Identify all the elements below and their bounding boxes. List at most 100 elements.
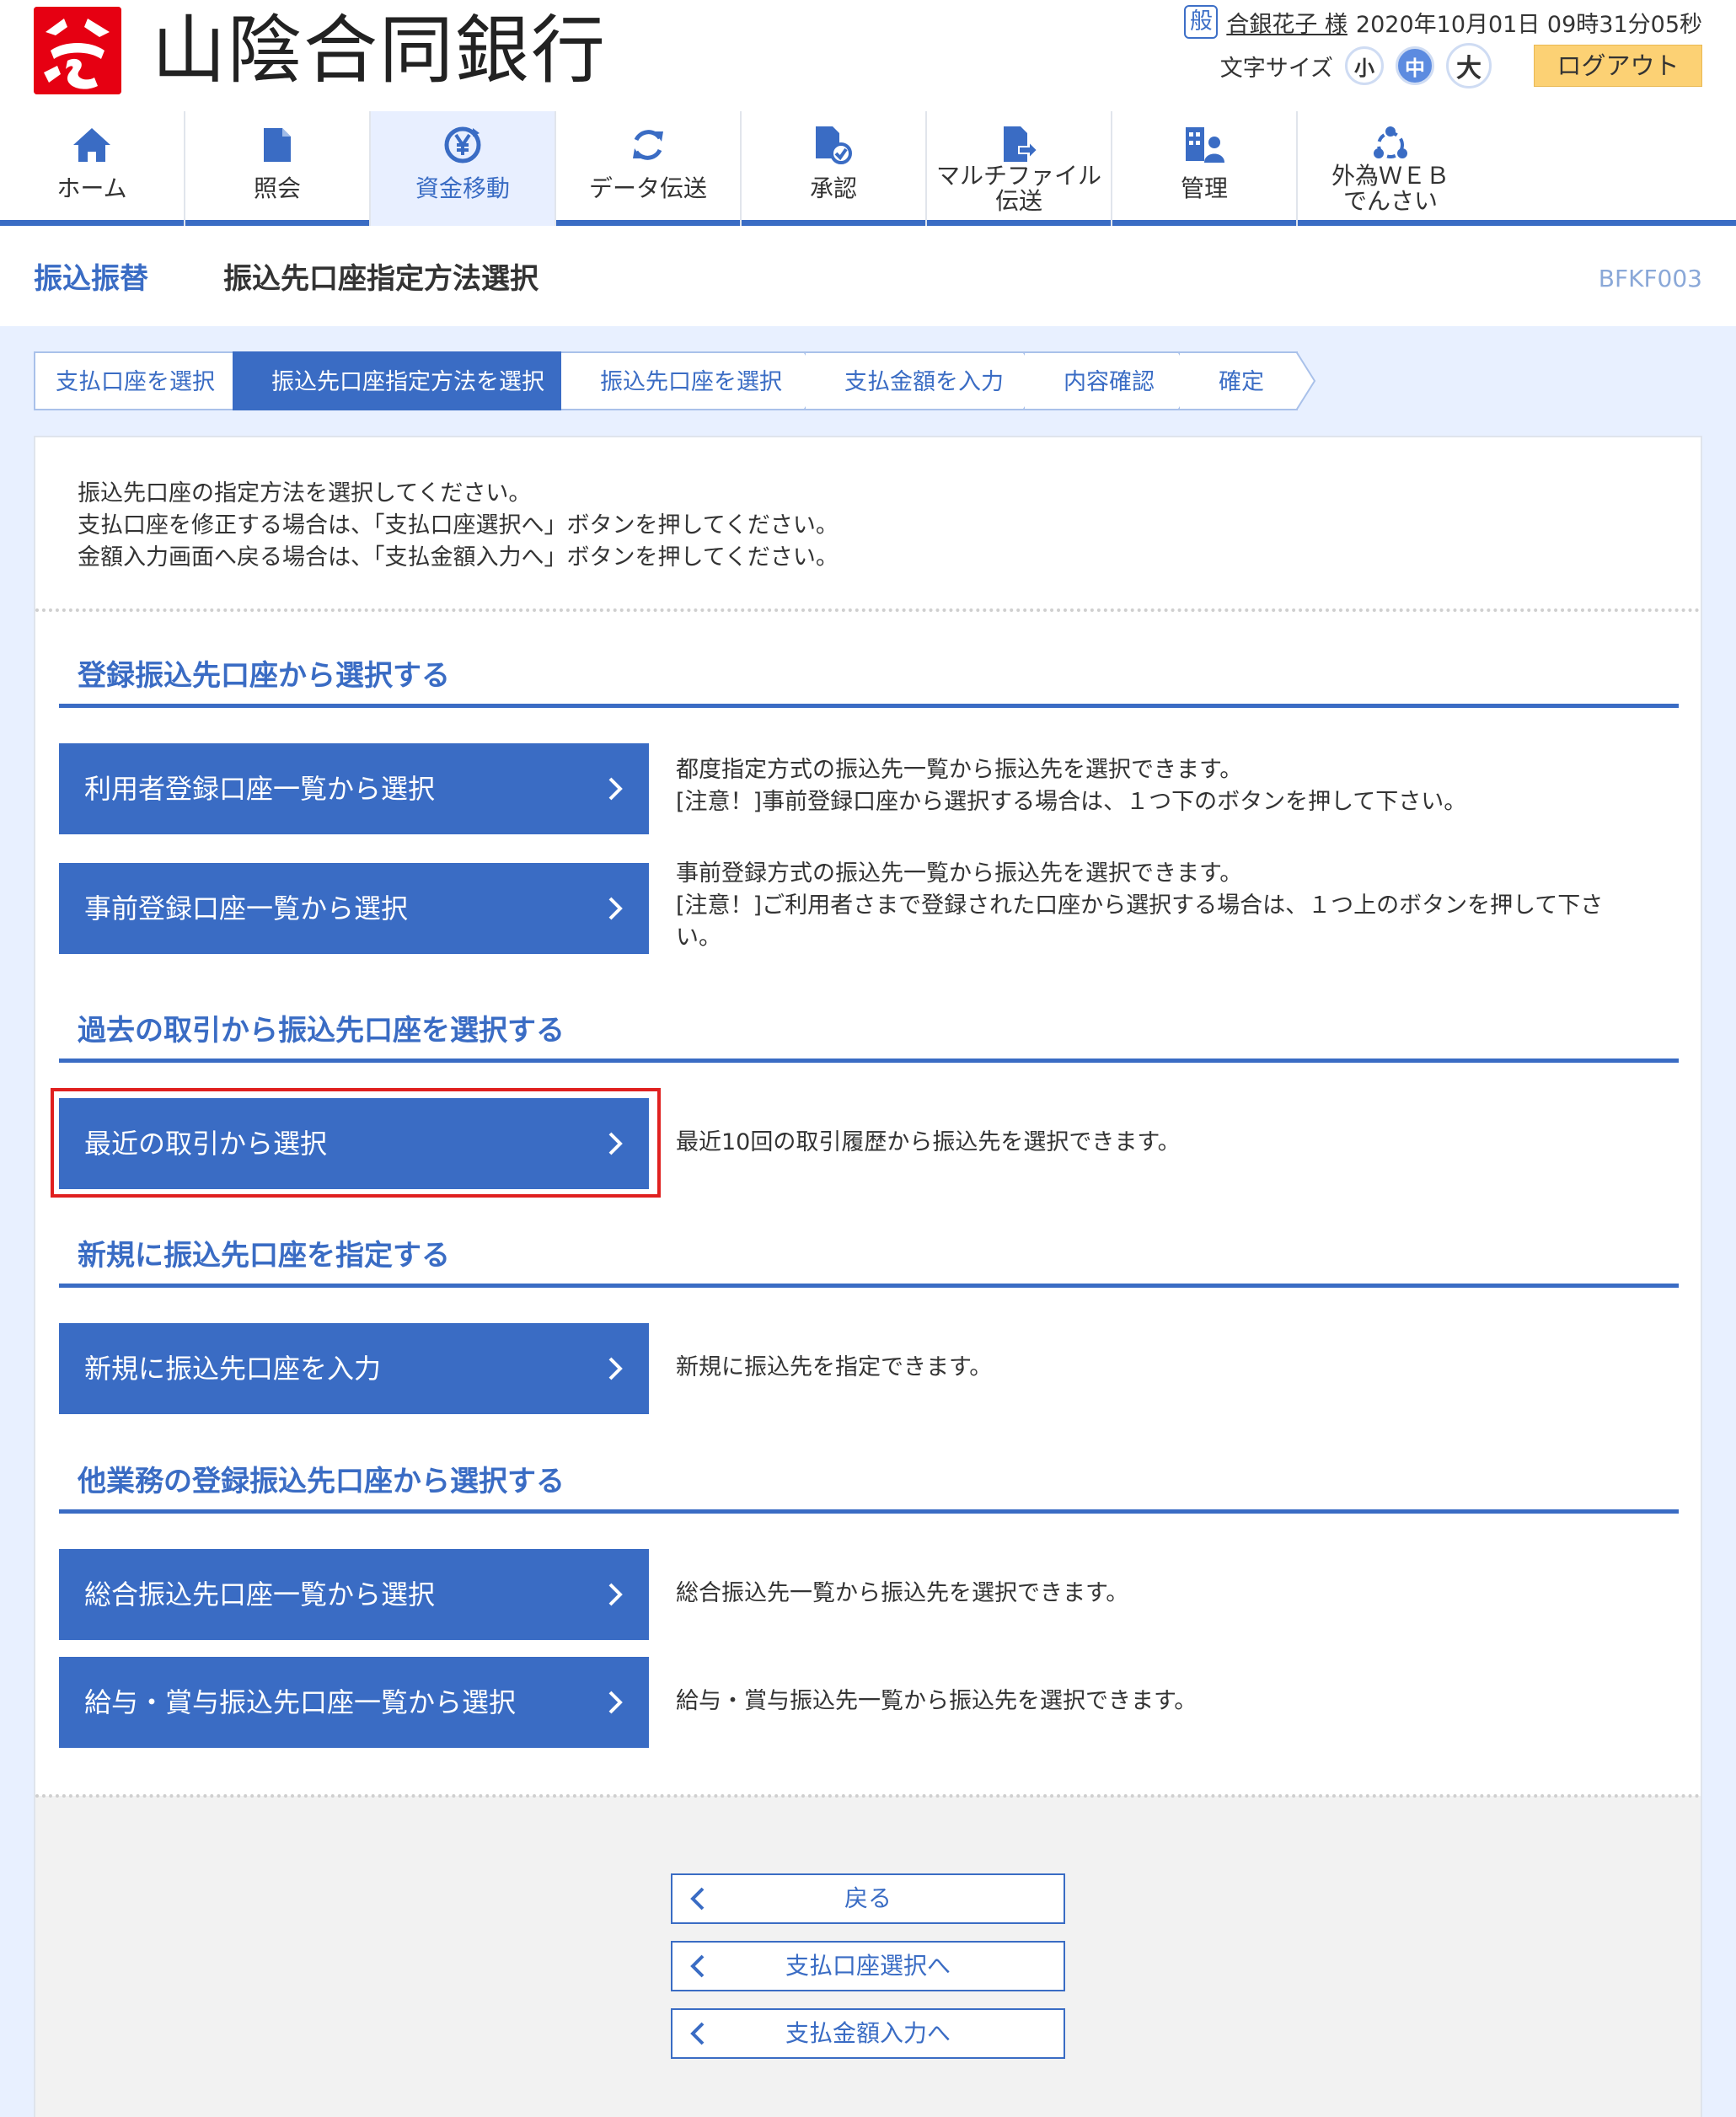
page-title-bar: 振込振替 振込先口座指定方法選択 BFKF003 xyxy=(0,232,1736,326)
section-title-other: 他業務の登録振込先口座から選択する xyxy=(78,1465,565,1498)
general-transfer-accounts-button-label: 総合振込先口座一覧から選択 xyxy=(84,1578,436,1611)
instructions: 振込先口座の指定方法を選択してください。 支払口座を修正する場合は、「支払口座選… xyxy=(78,478,839,574)
chevron-right-icon xyxy=(607,1098,624,1189)
desc-line: [注意！]事前登録口座から選択する場合は、１つ下のボタンを押して下さい。 xyxy=(676,789,1467,815)
desc-line: い。 xyxy=(676,925,721,951)
section-underline xyxy=(59,704,1679,708)
page-category: 振込振替 xyxy=(34,262,148,296)
instruction-line-1: 振込先口座の指定方法を選択してください。 xyxy=(78,480,532,506)
desc-line: 都度指定方式の振込先一覧から振込先を選択できます。 xyxy=(676,757,1243,783)
section-underline xyxy=(59,1284,1679,1288)
nav-forex-densai[interactable]: 外為ＷＥＢ でんさい xyxy=(1298,111,1483,226)
font-size-medium-button[interactable]: 中 xyxy=(1396,46,1434,85)
step-4-label: 支払金額を入力 xyxy=(844,369,1004,395)
bank-name: 山陰合同銀行 xyxy=(152,7,608,94)
general-transfer-accounts-button[interactable]: 総合振込先口座一覧から選択 xyxy=(59,1549,649,1640)
back-button[interactable]: 戻る xyxy=(671,1873,1065,1924)
nav-home[interactable]: ホーム xyxy=(0,111,185,226)
logout-button[interactable]: ログアウト xyxy=(1534,45,1702,87)
recent-transactions-button[interactable]: 最近の取引から選択 xyxy=(59,1098,649,1189)
font-size-label: 文字サイズ xyxy=(1219,55,1333,82)
footer-actions: 戻る 支払口座選択へ 支払金額入力へ xyxy=(35,1794,1701,2117)
desc-line: 事前登録方式の振込先一覧から振込先を選択できます。 xyxy=(676,860,1243,887)
bank-logo-icon xyxy=(34,7,121,94)
nav-multi-file-label-line1: マルチファイル xyxy=(935,162,1101,190)
step-3: 振込先口座を選択 xyxy=(561,351,824,410)
font-size-controls: 文字サイズ 小 中 大 ログアウト xyxy=(1220,42,1702,89)
chevron-right-icon xyxy=(607,1657,624,1748)
nav-home-label: ホーム xyxy=(56,174,127,202)
login-datetime: 2020年10月01日 09時31分05秒 xyxy=(1355,11,1702,38)
general-transfer-description: 総合振込先一覧から振込先を選択できます。 xyxy=(676,1580,1129,1606)
recent-transactions-button-label: 最近の取引から選択 xyxy=(84,1128,328,1160)
home-icon xyxy=(0,120,185,170)
new-account-input-button[interactable]: 新規に振込先口座を入力 xyxy=(59,1323,649,1414)
step-6: 確定 xyxy=(1180,351,1316,410)
nav-management[interactable]: 管理 xyxy=(1112,111,1298,226)
step-2-label: 振込先口座指定方法を選択 xyxy=(271,369,544,395)
nav-multi-file-label: マルチファイル 伝送 xyxy=(926,163,1112,214)
nav-forex-densai-label-line1: 外為ＷＥＢ xyxy=(1331,162,1449,190)
step-indicator: 支払口座を選択 振込先口座指定方法を選択 振込先口座を選択 支払金額を入力 内容… xyxy=(34,351,1316,410)
nav-multi-file[interactable]: マルチファイル 伝送 xyxy=(927,111,1112,226)
content-panel: 振込先口座の指定方法を選択してください。 支払口座を修正する場合は、「支払口座選… xyxy=(34,436,1702,2117)
divider xyxy=(35,1794,1701,1798)
salary-bonus-accounts-button[interactable]: 給与・賞与振込先口座一覧から選択 xyxy=(59,1657,649,1748)
user-registered-accounts-button-label: 利用者登録口座一覧から選択 xyxy=(84,773,436,805)
section-title-new: 新規に振込先口座を指定する xyxy=(78,1239,450,1273)
nav-approval[interactable]: 承認 xyxy=(742,111,927,226)
section-title-registered: 登録振込先口座から選択する xyxy=(78,659,450,693)
step-5-label: 内容確認 xyxy=(1064,369,1155,395)
font-size-large-button[interactable]: 大 xyxy=(1446,43,1492,88)
user-registered-accounts-description: 都度指定方式の振込先一覧から振込先を選択できます。 [注意！]事前登録口座から選… xyxy=(676,754,1466,818)
section-title-history: 過去の取引から振込先口座を選択する xyxy=(78,1014,565,1048)
instruction-line-2: 支払口座を修正する場合は、「支払口座選択へ」ボタンを押してください。 xyxy=(78,512,839,539)
step-3-label: 振込先口座を選択 xyxy=(600,369,782,395)
bank-logo xyxy=(34,7,121,94)
salary-bonus-description: 給与・賞与振込先一覧から振込先を選択できます。 xyxy=(676,1688,1198,1714)
screen-id: BFKF003 xyxy=(1598,265,1702,292)
step-1: 支払口座を選択 xyxy=(34,351,233,410)
chevron-left-icon xyxy=(689,2010,706,2057)
user-registered-accounts-button[interactable]: 利用者登録口座一覧から選択 xyxy=(59,743,649,834)
approve-icon xyxy=(741,120,926,170)
yen-transfer-icon xyxy=(370,120,555,170)
divider xyxy=(35,608,1701,612)
to-payment-amount-button-label: 支払金額入力へ xyxy=(785,2019,951,2047)
user-info: 般 合銀花子 様 2020年10月01日 09時31分05秒 xyxy=(1184,5,1702,39)
chevron-right-icon xyxy=(607,863,624,954)
chevron-right-icon xyxy=(607,743,624,834)
new-account-description: 新規に振込先を指定できます。 xyxy=(676,1354,993,1380)
step-5: 内容確認 xyxy=(1025,351,1198,410)
header: 山陰合同銀行 般 合銀花子 様 2020年10月01日 09時31分05秒 文字… xyxy=(0,0,1736,110)
nav-data-transmission-label: データ伝送 xyxy=(588,174,707,202)
nav-inquiry[interactable]: 照会 xyxy=(185,111,371,226)
step-6-label: 確定 xyxy=(1219,369,1264,395)
recent-transactions-description: 最近10回の取引履歴から振込先を選択できます。 xyxy=(676,1129,1181,1155)
refresh-icon xyxy=(555,120,741,170)
nav-forex-densai-label-line2: でんさい xyxy=(1342,187,1438,215)
nav-fund-transfer[interactable]: 資金移動 xyxy=(371,111,556,226)
to-payment-account-button-label: 支払口座選択へ xyxy=(785,1952,951,1980)
new-account-input-button-label: 新規に振込先口座を入力 xyxy=(84,1353,382,1385)
document-icon xyxy=(185,120,370,170)
step-1-label: 支払口座を選択 xyxy=(56,369,215,395)
font-size-small-button[interactable]: 小 xyxy=(1345,46,1384,85)
step-2-current: 振込先口座指定方法を選択 xyxy=(233,351,578,410)
back-button-label: 戻る xyxy=(844,1884,892,1912)
pre-registered-accounts-button-label: 事前登録口座一覧から選択 xyxy=(84,892,409,925)
nav-fund-transfer-label: 資金移動 xyxy=(415,174,510,202)
to-payment-account-button[interactable]: 支払口座選択へ xyxy=(671,1941,1065,1991)
chevron-left-icon xyxy=(689,1875,706,1922)
pre-registered-accounts-button[interactable]: 事前登録口座一覧から選択 xyxy=(59,863,649,954)
user-type-badge: 般 xyxy=(1184,5,1219,39)
section-underline xyxy=(59,1058,1679,1063)
management-icon xyxy=(1112,120,1297,170)
nav-data-transmission[interactable]: データ伝送 xyxy=(556,111,742,226)
chevron-right-icon xyxy=(607,1549,624,1640)
to-payment-amount-button[interactable]: 支払金額入力へ xyxy=(671,2008,1065,2059)
nav-management-label: 管理 xyxy=(1180,174,1228,202)
user-name-link[interactable]: 合銀花子 様 xyxy=(1226,6,1348,39)
page-title: 振込先口座指定方法選択 xyxy=(223,262,538,296)
chevron-right-icon xyxy=(607,1323,624,1414)
